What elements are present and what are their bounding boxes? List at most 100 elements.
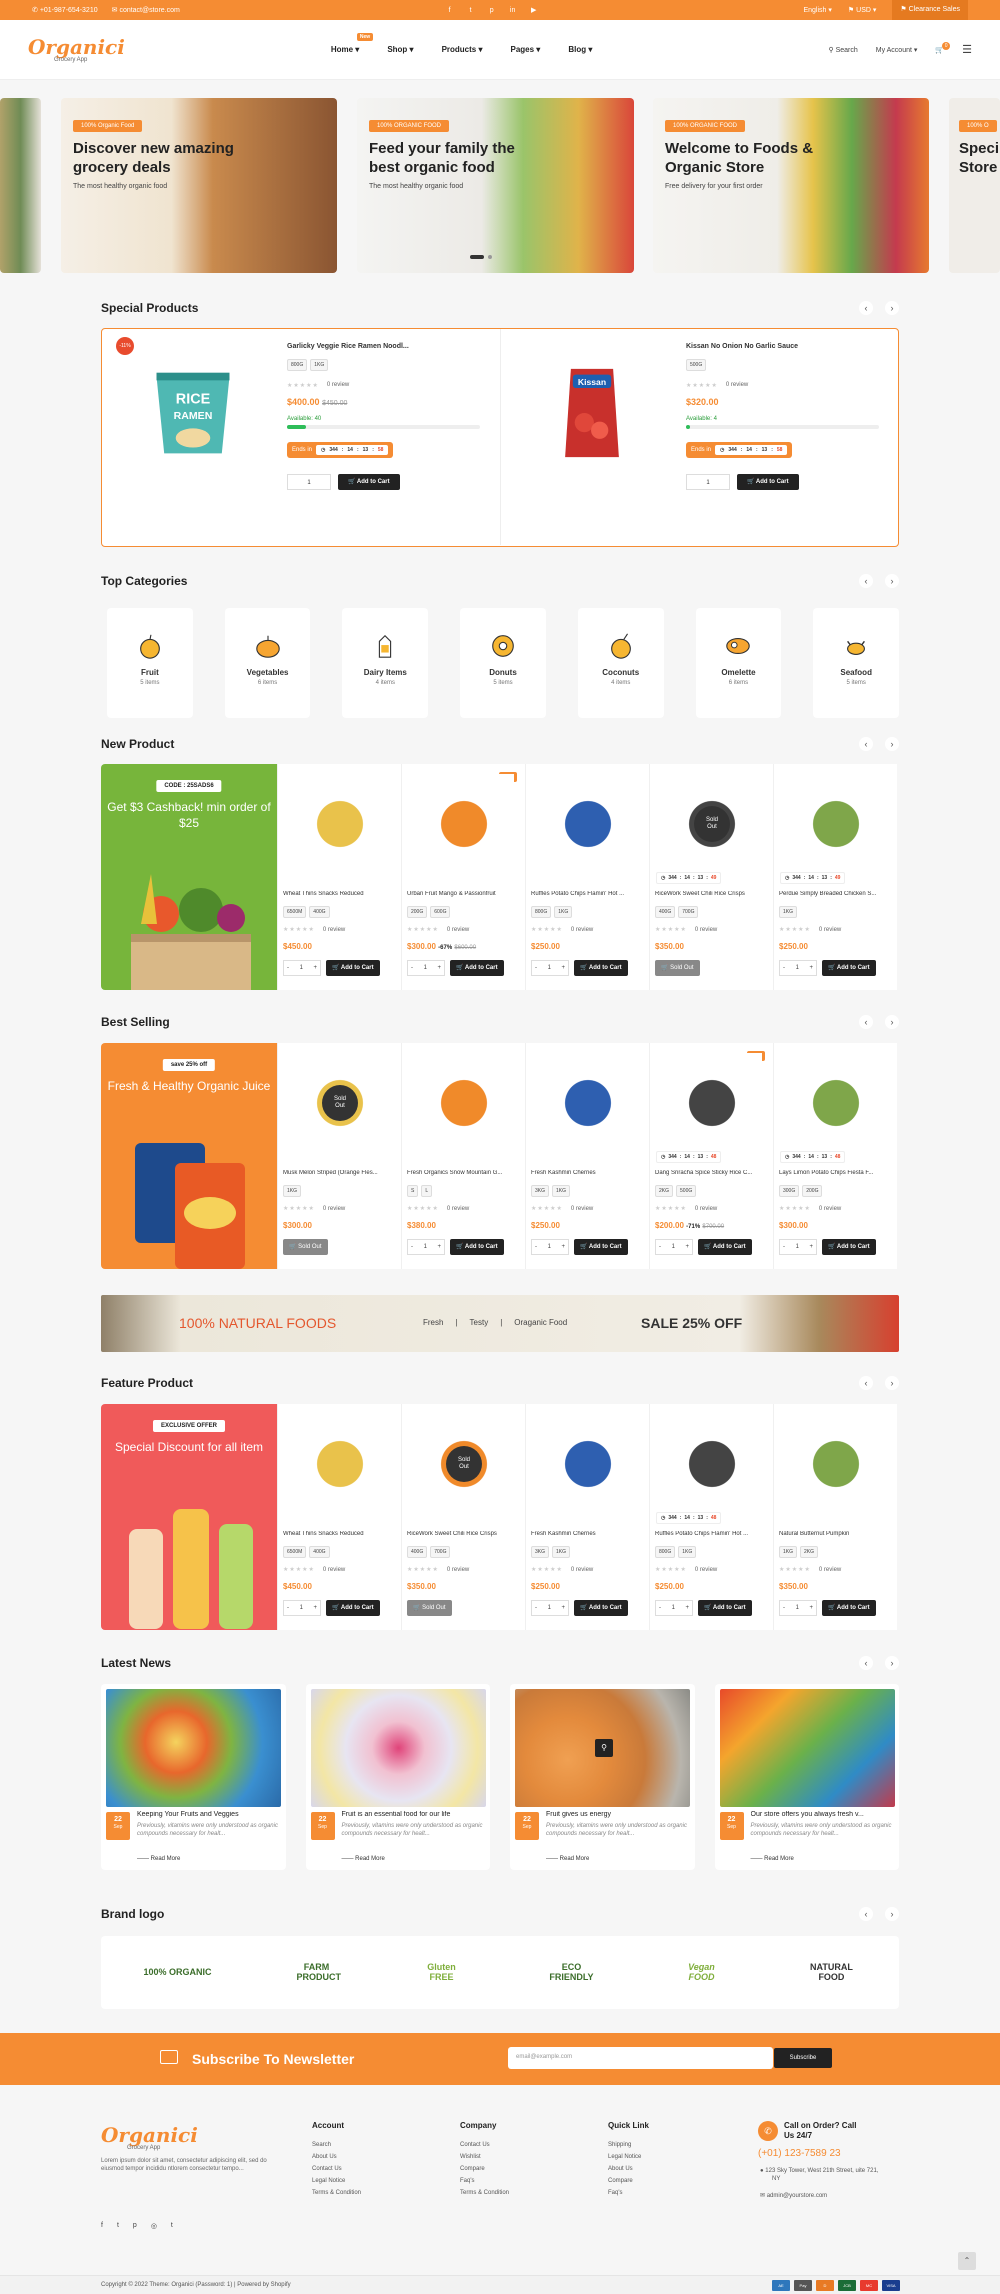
youtube-icon[interactable]: ▶ <box>529 6 538 15</box>
footer-link[interactable]: Faq's <box>608 2190 649 2196</box>
product-image[interactable] <box>662 1053 762 1153</box>
news-title[interactable]: Our store offers you always fresh v... <box>751 1811 895 1818</box>
news-image[interactable]: ⚲ <box>515 1689 690 1807</box>
news-card[interactable]: 22 Sep Keeping Your Fruits and Veggies Pr… <box>101 1684 286 1870</box>
category-dairy-items[interactable]: Dairy Items 4 items <box>342 608 429 718</box>
product-card[interactable]: Sold Out ◷ 344:14:13:49 RiceWork Sweet Chil… <box>649 764 773 990</box>
next-arrow-icon[interactable]: › <box>885 1656 899 1670</box>
minus-icon[interactable]: - <box>659 1601 661 1615</box>
nav-pages[interactable]: Pages ▾ <box>510 45 540 54</box>
variant-chip[interactable]: 400G <box>309 1546 330 1558</box>
add-to-cart-button[interactable]: 🛒 Add to Cart <box>450 1239 504 1255</box>
quantity-stepper[interactable]: -1 + <box>531 1600 569 1616</box>
special-item[interactable]: Kissan Kissan No Onion No Garlic Sauce 5… <box>501 329 900 545</box>
news-title[interactable]: Keeping Your Fruits and Veggies <box>137 1811 281 1818</box>
category-vegetables[interactable]: Vegetables 6 items <box>224 608 311 718</box>
next-arrow-icon[interactable]: › <box>885 574 899 588</box>
promo-banner[interactable]: EXCLUSIVE OFFER Special Discount for all… <box>101 1404 277 1630</box>
news-image[interactable] <box>719 1689 895 1807</box>
variant-chip[interactable]: 6500M <box>283 1546 307 1558</box>
product-card[interactable]: Sold Out Musk Melon Striped (Orange Fles.… <box>277 1043 401 1269</box>
prev-arrow-icon[interactable]: ‹ <box>859 1015 873 1029</box>
add-to-cart-button[interactable]: 🛒 Add to Cart <box>822 1239 876 1255</box>
variant-chip[interactable]: 800G <box>287 359 308 371</box>
news-image[interactable] <box>106 1689 281 1807</box>
product-name[interactable]: RiceWork Sweet Chili Rice Crisps <box>655 891 771 897</box>
add-to-cart-button[interactable]: 🛒 Add to Cart <box>574 960 628 976</box>
linkedin-icon[interactable]: in <box>508 6 517 15</box>
footer-link[interactable]: Legal Notice <box>312 2178 361 2184</box>
plus-icon[interactable]: + <box>809 1601 813 1615</box>
promo-banner[interactable]: save 25% off Fresh & Healthy Organic Jui… <box>101 1043 277 1269</box>
prev-arrow-icon[interactable]: ‹ <box>859 1907 873 1921</box>
footer-link[interactable]: Contact Us <box>312 2166 361 2172</box>
minus-icon[interactable]: - <box>287 961 289 975</box>
prev-arrow-icon[interactable]: ‹ <box>859 737 873 751</box>
add-to-cart-button[interactable]: 🛒 Add to Cart <box>338 474 400 490</box>
product-card[interactable]: ◷ 344:14:13:48 Ruffles Potato Chips Flami… <box>649 1404 773 1630</box>
variant-chip[interactable]: 3KG <box>531 1185 550 1197</box>
pinterest-icon[interactable]: p <box>487 6 496 15</box>
brand-logo[interactable]: FARM PRODUCT <box>297 1962 342 1983</box>
next-arrow-icon[interactable]: › <box>885 737 899 751</box>
language-select[interactable]: English ▾ <box>803 6 831 14</box>
product-image[interactable] <box>538 774 638 874</box>
news-title[interactable]: Fruit gives us energy <box>546 1811 690 1818</box>
add-to-cart-button[interactable]: 🛒 Add to Cart <box>574 1239 628 1255</box>
quantity-stepper[interactable]: -1 + <box>283 1600 321 1616</box>
product-image[interactable] <box>290 774 390 874</box>
add-to-cart-button[interactable]: 🛒 Add to Cart <box>450 960 504 976</box>
plus-icon[interactable]: + <box>685 1240 689 1254</box>
news-card[interactable]: ⚲ 22 Sep Fruit gives us energy Previously… <box>510 1684 695 1870</box>
minus-icon[interactable]: - <box>411 1240 413 1254</box>
product-card[interactable]: Fresh Organics Snow Mountain G... SL ★★★… <box>401 1043 525 1269</box>
plus-icon[interactable]: + <box>561 961 565 975</box>
special-item[interactable]: -11% RICE RAMEN Garlicky Veggie Rice Ram… <box>102 329 501 545</box>
category-coconuts[interactable]: Coconuts 4 items <box>577 608 664 718</box>
plus-icon[interactable]: + <box>809 961 813 975</box>
footer-link[interactable]: Search <box>312 2142 361 2148</box>
quantity-input[interactable]: 1 <box>287 474 331 490</box>
read-more-link[interactable]: —— Read More <box>546 1856 589 1862</box>
menu-icon[interactable]: ☰ <box>962 43 972 56</box>
nav-home[interactable]: Home ▾ <box>331 45 359 54</box>
product-card[interactable]: Natural Butternut Pumpkin 1KG 2KG ★★★★★ 0 … <box>773 1404 897 1630</box>
news-title[interactable]: Fruit is an essential food for our life <box>342 1811 486 1818</box>
product-card[interactable]: Sold Out RiceWork Sweet Chili Rice Crisps… <box>401 1404 525 1630</box>
quantity-input[interactable]: 1 <box>686 474 730 490</box>
add-to-cart-button[interactable]: 🛒 Add to Cart <box>326 960 380 976</box>
prev-arrow-icon[interactable]: ‹ <box>859 574 873 588</box>
footer-link[interactable]: Terms & Condition <box>460 2190 509 2196</box>
category-donuts[interactable]: Donuts 5 items <box>460 608 546 718</box>
product-image[interactable] <box>414 1053 514 1153</box>
news-card[interactable]: 22 Sep Fruit is an essential food for our… <box>305 1684 490 1870</box>
product-card[interactable]: Wheat Thins Snacks Reduced 6500M 400G ★★★… <box>277 1404 401 1630</box>
variant-chip[interactable]: 400G <box>407 1546 428 1558</box>
variant-chip[interactable]: 800G <box>655 1546 676 1558</box>
variant-chip[interactable]: 300G <box>779 1185 800 1197</box>
add-to-cart-button[interactable]: 🛒 Add to Cart <box>737 474 799 490</box>
logo[interactable]: Organici Grocery App <box>28 37 125 63</box>
product-name[interactable]: Dang Sriracha Spice Sticky Rice C... <box>655 1170 771 1176</box>
product-name[interactable]: Garlicky Veggie Rice Ramen Noodl... <box>287 343 409 350</box>
quantity-stepper[interactable]: -1 + <box>655 1600 693 1616</box>
quantity-stepper[interactable]: -1 + <box>779 960 817 976</box>
slider-dot-active[interactable] <box>470 255 484 259</box>
product-card[interactable]: Sale Urban Fruit Mango & Passionfruit 20… <box>401 764 525 990</box>
footer-link[interactable]: Shipping <box>608 2142 649 2148</box>
twitter-icon[interactable]: t <box>117 2222 119 2230</box>
promo-banner[interactable]: CODE : 25SADS6 Get $3 Cashback! min orde… <box>101 764 277 990</box>
plus-icon[interactable]: + <box>437 1240 441 1254</box>
plus-icon[interactable]: + <box>809 1240 813 1254</box>
product-name[interactable]: Fresh Kashmiri Cherries <box>531 1170 647 1176</box>
facebook-icon[interactable]: f <box>101 2222 103 2230</box>
product-card[interactable]: Wheat Thins Snacks Reduced 6500M 400G ★★★… <box>277 764 401 990</box>
nav-blog[interactable]: Blog ▾ <box>568 45 592 54</box>
variant-chip[interactable]: 700G <box>430 1546 451 1558</box>
news-image[interactable] <box>310 1689 486 1807</box>
variant-chip[interactable]: 1KG <box>552 1546 571 1558</box>
footer-link[interactable]: Faq's <box>460 2178 509 2184</box>
minus-icon[interactable]: - <box>783 961 785 975</box>
variant-chip[interactable]: 400G <box>309 906 330 918</box>
footer-link[interactable]: Contact Us <box>460 2142 509 2148</box>
